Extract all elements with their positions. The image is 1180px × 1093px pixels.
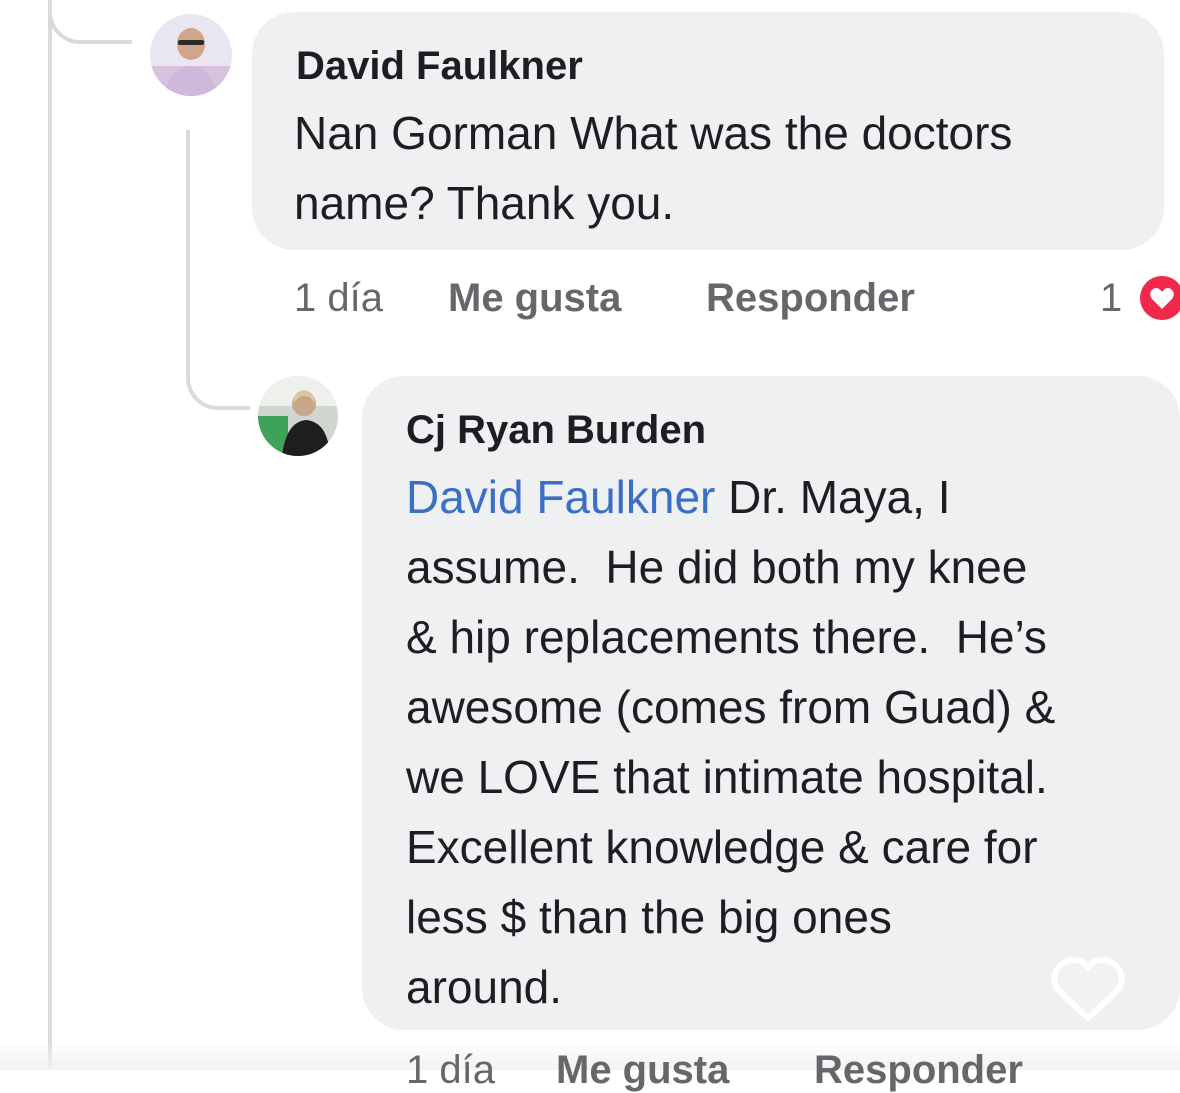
like-button[interactable]: Me gusta	[448, 276, 621, 321]
reply-button[interactable]: Responder	[814, 1048, 1023, 1093]
comment-timestamp[interactable]: 1 día	[406, 1048, 495, 1093]
profile-photo-icon	[150, 14, 232, 96]
comment-text-line: assume. He did both my knee	[406, 541, 1028, 593]
like-button[interactable]: Me gusta	[556, 1048, 729, 1093]
comment-text-segment: Dr. Maya, I	[715, 471, 951, 523]
thread-connector-top	[48, 0, 132, 44]
comment-text-line: name? Thank you.	[294, 177, 675, 229]
mention-link[interactable]: David Faulkner	[406, 471, 715, 523]
comment-text-line: David Faulkner Dr. Maya, I	[406, 462, 1176, 532]
comment-text-line: Nan Gorman What was the doctors	[294, 107, 1013, 159]
comment-text: David Faulkner Dr. Maya, I assume. He di…	[406, 462, 1176, 1022]
comment-text-line: less $ than the big ones	[406, 891, 892, 943]
thread-connector-reply	[186, 330, 250, 410]
comment-text-line: & hip replacements there. He’s	[406, 611, 1047, 663]
comment-author[interactable]: David Faulkner	[296, 44, 583, 89]
reaction-count[interactable]: 1	[1100, 276, 1122, 321]
heart-outline-icon[interactable]	[1048, 954, 1128, 1026]
reply-button[interactable]: Responder	[706, 276, 915, 321]
avatar[interactable]	[258, 376, 338, 456]
profile-photo-icon	[258, 376, 338, 456]
thread-line-main	[48, 0, 52, 1070]
comment-text: Nan Gorman What was the doctors name? Th…	[294, 98, 1154, 238]
comment-text-line: Excellent knowledge & care for	[406, 821, 1038, 873]
comment-timestamp[interactable]: 1 día	[294, 276, 383, 321]
comment-author[interactable]: Cj Ryan Burden	[406, 408, 706, 453]
comment-text-line: we LOVE that intimate hospital.	[406, 751, 1048, 803]
avatar[interactable]	[150, 14, 232, 96]
comment-text-line: awesome (comes from Guad) &	[406, 681, 1056, 733]
heart-icon[interactable]	[1140, 276, 1180, 320]
